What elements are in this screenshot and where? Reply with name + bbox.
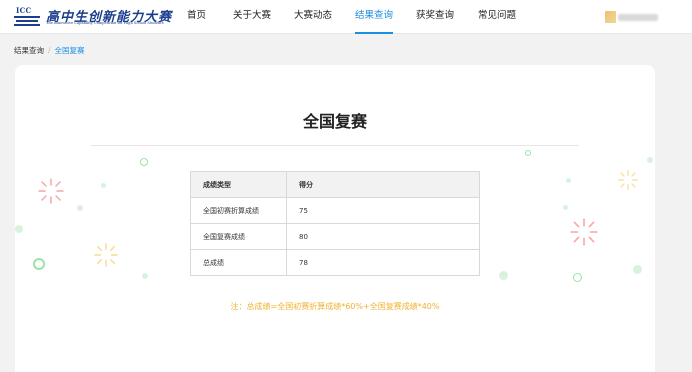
decor-dot (77, 205, 83, 211)
decor-ring (140, 158, 148, 166)
decor-dot (499, 271, 508, 280)
nav-item-home[interactable]: 首页 (187, 0, 206, 34)
nav-item-awards[interactable]: 获奖查询 (416, 0, 454, 34)
breadcrumb: 结果查询 / 全国复赛 (14, 45, 85, 56)
column-header-score-type: 成绩类型 (190, 171, 287, 198)
score-formula-note: 注：总成绩=全国初赛折算成绩*60%+全国复赛成绩*40% (230, 302, 440, 311)
sparkle-icon (570, 218, 598, 246)
user-name-blurred (618, 14, 658, 21)
avatar-icon (605, 11, 616, 23)
decor-dot (563, 205, 568, 210)
site-logo[interactable]: ICC 高中生创新能力大赛 The Innovative Capability … (14, 6, 171, 28)
table-row: 总成绩 78 (190, 249, 480, 276)
logo-stripe (14, 16, 40, 18)
decor-ring (525, 150, 531, 156)
score-value-cell: 80 (286, 223, 480, 250)
logo-subtitle: The Innovative Capability Competition fo… (46, 21, 164, 25)
table-row: 全国复赛成绩 80 (190, 223, 480, 250)
sparkle-icon (617, 169, 639, 191)
breadcrumb-parent[interactable]: 结果查询 (14, 46, 44, 55)
score-type-cell: 全国初赛折算成绩 (190, 197, 287, 224)
page-title: 全国复赛 (302, 112, 367, 131)
logo-mark-text: ICC (16, 6, 32, 15)
title-divider (91, 145, 579, 146)
score-value-cell: 78 (286, 249, 480, 276)
breadcrumb-current: 全国复赛 (54, 46, 85, 55)
decor-dot (566, 178, 571, 183)
decor-dot (142, 273, 148, 279)
table-row: 全国初赛折算成绩 75 (190, 197, 480, 224)
score-type-cell: 全国复赛成绩 (190, 223, 287, 250)
decor-dot (647, 157, 653, 163)
top-header: ICC 高中生创新能力大赛 The Innovative Capability … (0, 0, 692, 34)
sparkle-icon (38, 178, 64, 204)
icc-logo-mark: ICC (14, 6, 40, 28)
sparkle-icon (94, 243, 118, 267)
score-value-cell: 75 (286, 197, 480, 224)
result-card: 全国复赛 成绩类型 得分 全国初赛折算成绩 75 全国复赛成绩 80 总成绩 7… (15, 65, 655, 372)
breadcrumb-separator: / (48, 46, 51, 55)
decor-dot (15, 225, 23, 233)
decor-ring (33, 258, 45, 270)
score-type-cell: 总成绩 (190, 249, 287, 276)
nav-item-faq[interactable]: 常见问题 (478, 0, 516, 34)
score-table: 成绩类型 得分 全国初赛折算成绩 75 全国复赛成绩 80 总成绩 78 (190, 171, 480, 276)
logo-stripe (16, 20, 38, 22)
decor-dot (101, 183, 106, 188)
decor-ring (573, 273, 582, 282)
nav-item-results[interactable]: 结果查询 (355, 0, 394, 34)
column-header-score: 得分 (286, 171, 480, 198)
decor-dot (633, 265, 642, 274)
table-header-row: 成绩类型 得分 (190, 171, 480, 198)
nav-item-about[interactable]: 关于大赛 (233, 0, 271, 34)
logo-stripe (14, 24, 40, 26)
nav-item-news[interactable]: 大赛动态 (294, 0, 332, 34)
